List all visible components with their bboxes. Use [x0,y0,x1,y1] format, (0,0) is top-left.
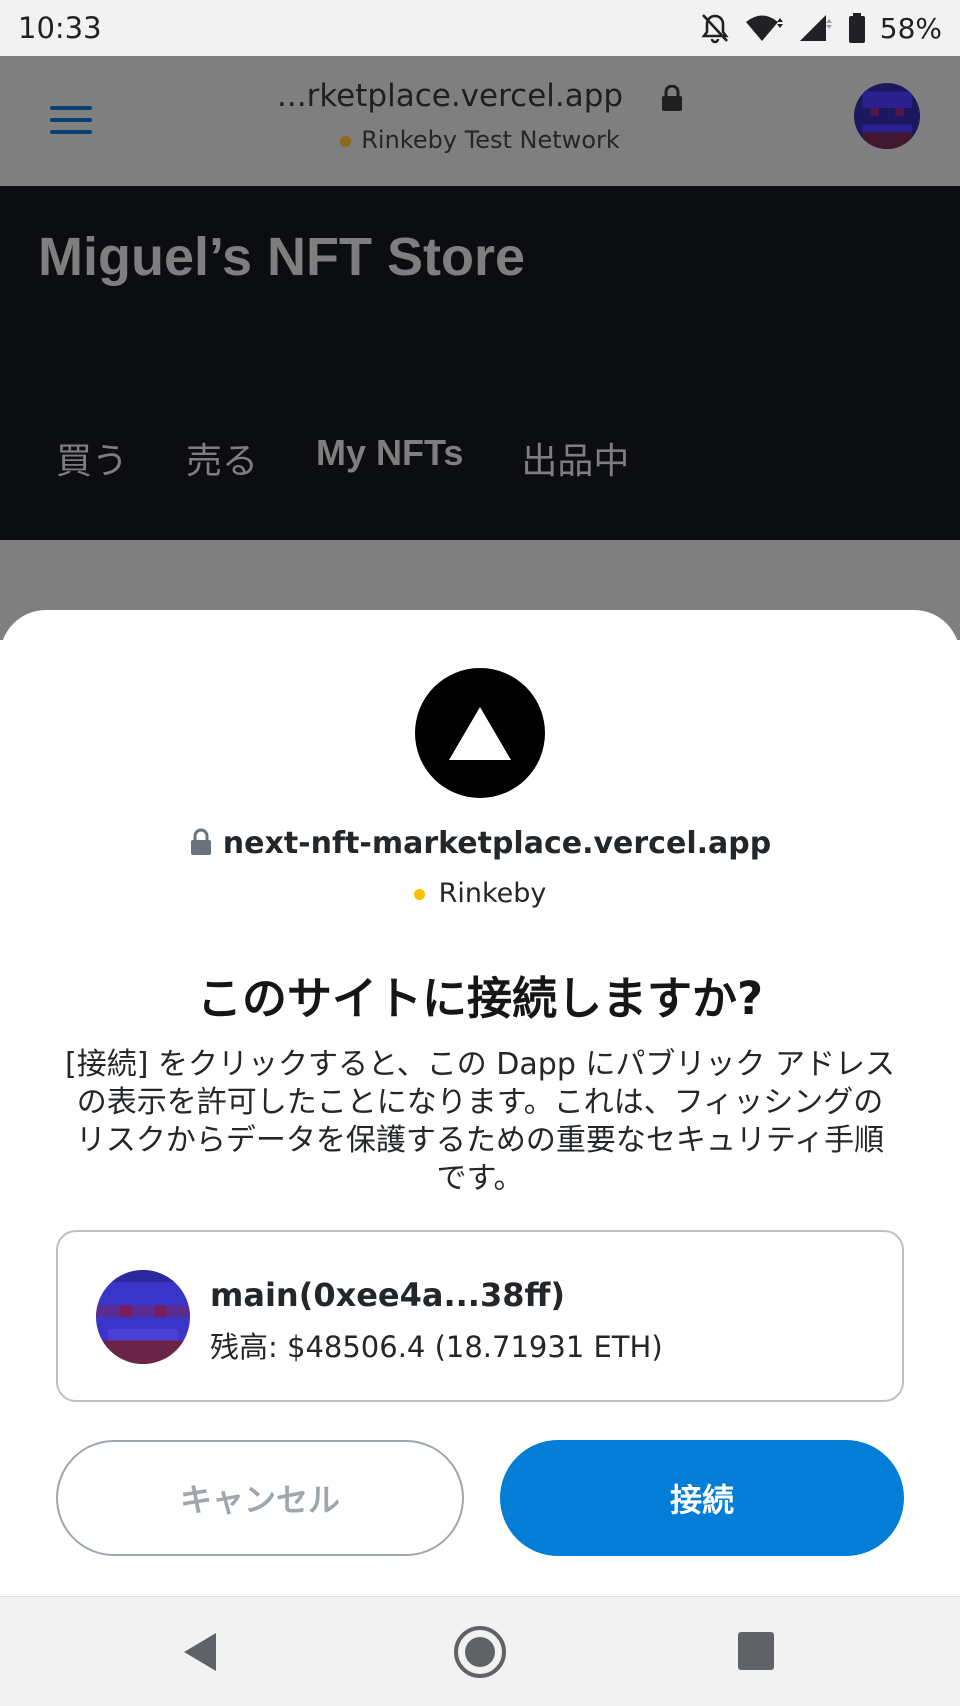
recents-icon[interactable] [738,1632,774,1670]
tab-listings[interactable]: 出品中 [521,432,629,484]
notifications-off-icon [701,14,729,44]
cancel-button[interactable]: キャンセル [56,1440,464,1556]
page-hero: Miguel’s NFT Store 買う 売る My NFTs 出品中 [0,186,960,540]
page-nav: 買う 売る My NFTs 出品中 [56,432,629,484]
site-network: Rinkeby [0,878,960,909]
tab-my-nfts[interactable]: My NFTs [316,432,463,484]
browser-header: ...rketplace.vercel.app Rinkeby Test Net… [0,56,960,186]
battery-icon [848,13,865,43]
site-logo-icon [415,668,545,798]
cell-signal-icon [799,15,832,41]
account-avatar[interactable] [854,83,920,149]
connect-title: このサイトに接続しますか? [196,972,764,1025]
battery-percent: 58% [879,11,942,45]
browser-network: Rinkeby Test Network [0,126,960,154]
site-network-label: Rinkeby [438,878,547,909]
site-domain-label: next-nft-marketplace.vercel.app [222,826,772,861]
account-balance: 残高: $48506.4 (18.71931 ETH) [210,1330,663,1364]
connect-button[interactable]: 接続 [500,1440,904,1556]
status-icons: 58% [700,12,942,45]
lock-icon [190,828,211,855]
tab-buy[interactable]: 買う [56,432,128,484]
wifi-icon [745,15,783,41]
browser-network-label: Rinkeby Test Network [361,126,620,154]
browser-url[interactable]: ...rketplace.vercel.app [0,78,960,114]
network-dot-icon [413,889,425,900]
tab-sell[interactable]: 売る [186,432,258,484]
account-name: main(0xee4a...38ff) [210,1276,566,1314]
status-time: 10:33 [18,11,102,45]
home-icon[interactable] [452,1624,508,1680]
connect-description: [接続] をクリックすると、この Dapp にパブリック アドレスの表示を許可し… [65,1047,895,1196]
connect-sheet: next-nft-marketplace.vercel.app Rinkeby … [0,610,960,1596]
page-title: Miguel’s NFT Store [38,227,526,287]
account-card[interactable]: main(0xee4a...38ff) 残高: $48506.4 (18.719… [56,1230,904,1402]
site-domain: next-nft-marketplace.vercel.app [0,826,960,861]
account-avatar [96,1270,190,1364]
system-nav-bar [0,1596,960,1706]
status-bar: 10:33 58% [0,0,960,56]
lock-icon [661,84,682,111]
url-label: ...rketplace.vercel.app [277,78,624,114]
network-dot-icon [340,135,352,147]
back-icon[interactable] [180,1631,220,1673]
